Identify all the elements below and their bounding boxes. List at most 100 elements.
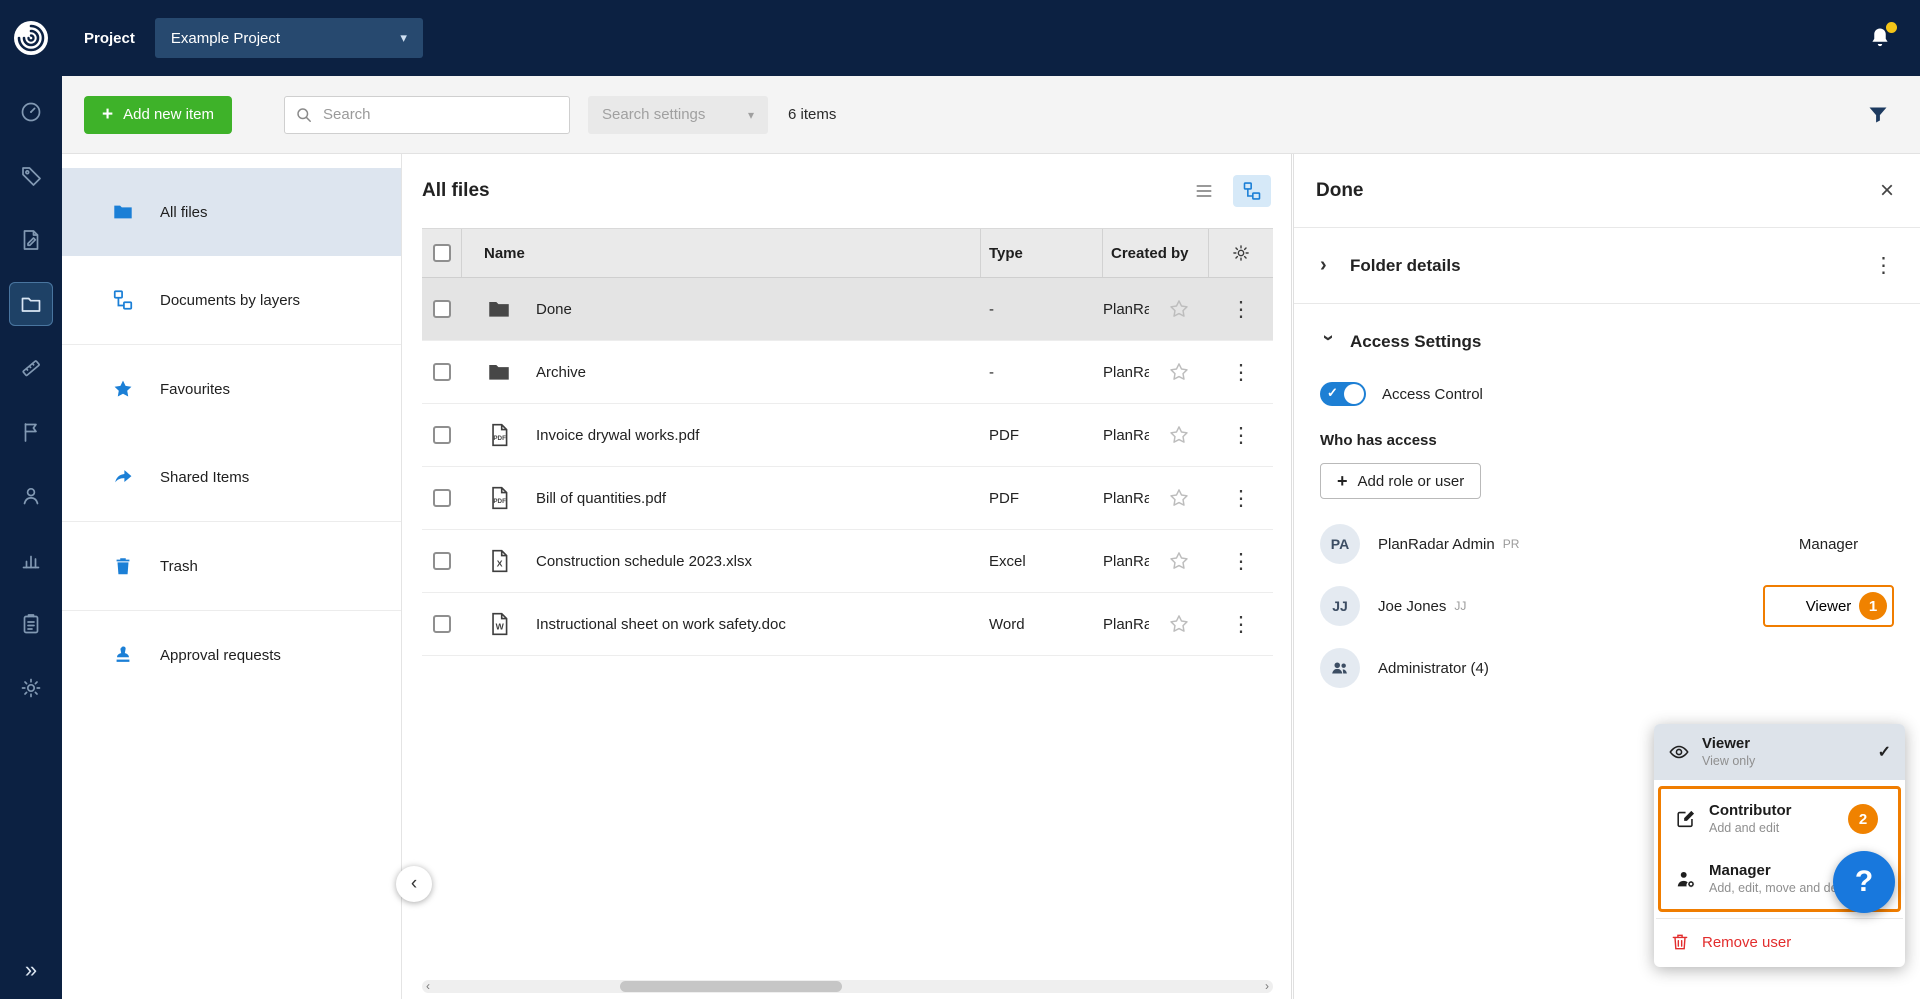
horizontal-scrollbar[interactable]: ‹ › bbox=[422, 980, 1273, 993]
list-view-toggle[interactable] bbox=[1185, 175, 1223, 207]
add-role-or-user-button[interactable]: + Add role or user bbox=[1320, 463, 1481, 499]
sidebar-plan-document-icon[interactable] bbox=[9, 218, 53, 262]
annotation-step-badge: 1 bbox=[1859, 592, 1887, 620]
row-menu-kebab-icon[interactable]: ⋮ bbox=[1231, 551, 1252, 572]
column-header-type[interactable]: Type bbox=[981, 229, 1103, 277]
file-nav-favourites[interactable]: Favourites bbox=[62, 345, 401, 433]
sidebar-expand-button[interactable]: » bbox=[25, 957, 37, 983]
column-header-created-by[interactable]: Created by bbox=[1103, 229, 1209, 277]
favourite-star-icon[interactable] bbox=[1168, 298, 1190, 320]
help-button[interactable]: ? bbox=[1833, 851, 1895, 913]
table-header-row: Name Type Created by bbox=[422, 228, 1273, 278]
table-row[interactable]: W Instructional sheet on work safety.doc… bbox=[422, 593, 1273, 656]
table-row[interactable]: X Construction schedule 2023.xlsx Excel … bbox=[422, 530, 1273, 593]
access-settings-body: ✓ Access Control Who has access + Add ro… bbox=[1294, 382, 1920, 699]
row-checkbox[interactable] bbox=[433, 300, 451, 318]
notification-dot bbox=[1886, 22, 1897, 33]
annotation-step-badge: 2 bbox=[1848, 804, 1878, 834]
row-checkbox[interactable] bbox=[433, 489, 451, 507]
section-menu-kebab-icon[interactable]: ⋮ bbox=[1873, 253, 1894, 278]
folder-details-section[interactable]: › Folder details ⋮ bbox=[1294, 228, 1920, 304]
add-new-item-button[interactable]: + Add new item bbox=[84, 96, 232, 134]
favourite-star-icon[interactable] bbox=[1168, 550, 1190, 572]
role-selector-button[interactable]: Viewer 1 bbox=[1763, 585, 1894, 627]
file-nav-approval-requests[interactable]: Approval requests bbox=[62, 611, 401, 699]
files-table: Name Type Created by Done - PlanRadar Ad… bbox=[422, 228, 1273, 656]
sidebar-ticket-tag-icon[interactable] bbox=[9, 154, 53, 198]
view-toggles bbox=[1185, 175, 1271, 207]
trash-icon bbox=[112, 555, 134, 577]
column-settings-gear-icon[interactable] bbox=[1231, 243, 1251, 263]
sidebar-ruler-icon[interactable] bbox=[9, 346, 53, 390]
search-input[interactable] bbox=[321, 105, 559, 124]
column-header-name[interactable]: Name bbox=[462, 229, 981, 277]
group-avatar bbox=[1320, 648, 1360, 688]
word-file-icon: W bbox=[486, 611, 512, 637]
tree-view-toggle[interactable] bbox=[1233, 175, 1271, 207]
role-option-viewer[interactable]: Viewer View only ✓ bbox=[1654, 724, 1905, 780]
scroll-right-arrow[interactable]: › bbox=[1265, 979, 1269, 993]
chevron-down-icon: ▾ bbox=[400, 30, 407, 46]
pencil-square-icon bbox=[1675, 808, 1697, 830]
sidebar-documents-folder-icon[interactable] bbox=[9, 282, 53, 326]
remove-user-item[interactable]: Remove user bbox=[1654, 919, 1905, 965]
logo-swirl-icon bbox=[11, 18, 51, 58]
chevron-down-icon: ▾ bbox=[748, 108, 754, 122]
svg-text:X: X bbox=[497, 558, 503, 568]
file-nav-shared-items[interactable]: Shared Items bbox=[62, 433, 401, 521]
select-all-checkbox[interactable] bbox=[433, 244, 451, 262]
plus-icon: + bbox=[1337, 471, 1348, 492]
sidebar-forms-clipboard-icon[interactable] bbox=[9, 602, 53, 646]
search-settings-dropdown[interactable]: Search settings ▾ bbox=[588, 96, 768, 134]
star-icon bbox=[112, 378, 134, 400]
scroll-left-arrow[interactable]: ‹ bbox=[426, 979, 430, 993]
row-menu-kebab-icon[interactable]: ⋮ bbox=[1231, 299, 1252, 320]
table-row[interactable]: Done - PlanRadar Admin ⋮ bbox=[422, 278, 1273, 341]
access-settings-section[interactable]: › Access Settings bbox=[1294, 304, 1920, 380]
row-checkbox[interactable] bbox=[433, 552, 451, 570]
favourite-star-icon[interactable] bbox=[1168, 424, 1190, 446]
row-checkbox[interactable] bbox=[433, 426, 451, 444]
role-option-contributor[interactable]: Contributor Add and edit 2 bbox=[1661, 789, 1898, 849]
favourite-star-icon[interactable] bbox=[1168, 613, 1190, 635]
project-selector[interactable]: Example Project ▾ bbox=[155, 18, 423, 58]
table-row[interactable]: Archive - PlanRadar Admin ⋮ bbox=[422, 341, 1273, 404]
row-checkbox[interactable] bbox=[433, 615, 451, 633]
table-row[interactable]: PDF Invoice drywal works.pdf PDF PlanRad… bbox=[422, 404, 1273, 467]
row-checkbox[interactable] bbox=[433, 363, 451, 381]
row-menu-kebab-icon[interactable]: ⋮ bbox=[1231, 614, 1252, 635]
notifications-button[interactable] bbox=[1867, 25, 1893, 51]
file-nav-trash[interactable]: Trash bbox=[62, 522, 401, 610]
svg-text:PDF: PDF bbox=[493, 435, 506, 442]
plus-icon: + bbox=[102, 105, 113, 124]
approval-stamp-icon bbox=[112, 644, 134, 666]
sidebar-contact-person-icon[interactable] bbox=[9, 474, 53, 518]
chevron-left-icon: ‹ bbox=[411, 873, 417, 895]
folder-icon bbox=[486, 296, 512, 322]
app-logo[interactable] bbox=[0, 0, 62, 76]
table-row[interactable]: PDF Bill of quantities.pdf PDF PlanRadar… bbox=[422, 467, 1273, 530]
sidebar-statistics-bars-icon[interactable] bbox=[9, 538, 53, 582]
sidebar-flag-icon[interactable] bbox=[9, 410, 53, 454]
row-menu-kebab-icon[interactable]: ⋮ bbox=[1231, 362, 1252, 383]
access-user-row: PA PlanRadar Admin PR Manager bbox=[1316, 513, 1898, 575]
close-icon[interactable]: × bbox=[1880, 179, 1894, 203]
row-menu-kebab-icon[interactable]: ⋮ bbox=[1231, 425, 1252, 446]
favourite-star-icon[interactable] bbox=[1168, 361, 1190, 383]
favourite-star-icon[interactable] bbox=[1168, 487, 1190, 509]
who-has-access-label: Who has access bbox=[1320, 432, 1894, 449]
details-panel: Done × › Folder details ⋮ › Access Setti… bbox=[1293, 154, 1920, 999]
sidebar-dashboard-gauge-icon[interactable] bbox=[9, 90, 53, 134]
access-control-toggle[interactable]: ✓ bbox=[1320, 382, 1366, 406]
file-nav-documents-by-layers[interactable]: Documents by layers bbox=[62, 256, 401, 344]
search-box[interactable] bbox=[284, 96, 570, 134]
sidebar-settings-gear-icon[interactable] bbox=[9, 666, 53, 710]
file-nav-all-files[interactable]: All files bbox=[62, 168, 401, 256]
collapse-panel-button[interactable]: ‹ bbox=[396, 866, 432, 902]
role-label: Manager bbox=[1799, 536, 1858, 553]
filter-button[interactable] bbox=[1866, 103, 1890, 127]
search-icon bbox=[295, 106, 313, 124]
avatar: PA bbox=[1320, 524, 1360, 564]
row-menu-kebab-icon[interactable]: ⋮ bbox=[1231, 488, 1252, 509]
scrollbar-thumb[interactable] bbox=[620, 981, 842, 992]
